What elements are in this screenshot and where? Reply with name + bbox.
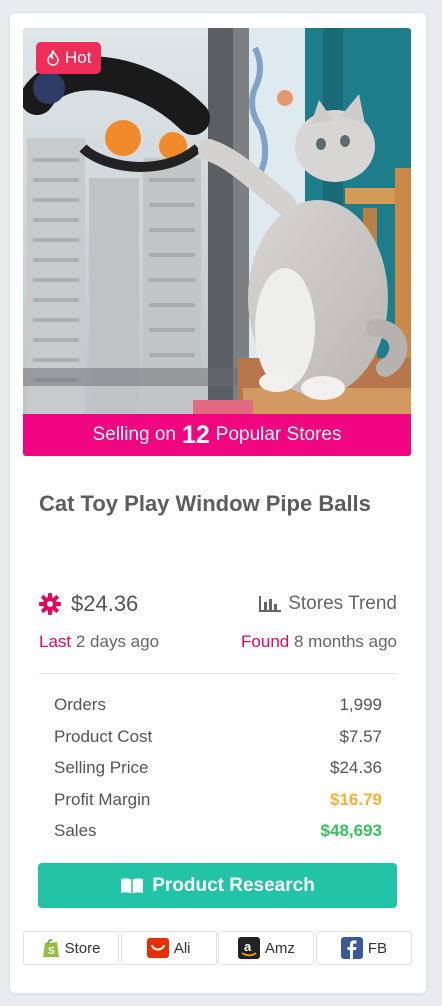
last-seen: Last 2 days ago xyxy=(39,632,159,652)
facebook-link[interactable]: FB xyxy=(315,931,412,965)
stat-value: $24.36 xyxy=(330,758,382,778)
cat-window-photo xyxy=(23,28,411,456)
stat-row-profit-margin: Profit Margin $16.79 xyxy=(54,790,382,822)
stat-value: $7.57 xyxy=(339,726,382,746)
amazon-link-label: Amz xyxy=(264,939,295,957)
stat-row-product-cost: Product Cost $7.57 xyxy=(54,727,382,759)
product-research-button[interactable]: Product Research xyxy=(38,863,397,908)
svg-text:S: S xyxy=(48,946,55,957)
stat-label: Selling Price xyxy=(54,758,149,778)
ali-link-label: Ali xyxy=(173,939,191,957)
price: $24.36 xyxy=(39,591,138,617)
stat-row-sales: Sales $48,693 xyxy=(54,821,382,853)
facebook-icon xyxy=(340,937,363,959)
stat-label: Orders xyxy=(54,695,106,714)
product-title[interactable]: Cat Toy Play Window Pipe Balls xyxy=(39,491,399,517)
product-card: Hot Selling on 12 Popular Stores Cat Toy… xyxy=(9,12,427,994)
shopify-icon: S xyxy=(42,939,59,957)
facebook-link-label: FB xyxy=(367,939,388,957)
fire-icon xyxy=(47,50,59,66)
stat-value: $16.79 xyxy=(330,789,382,809)
last-value: 2 days ago xyxy=(75,632,160,651)
hot-badge: Hot xyxy=(36,42,102,74)
amazon-icon: a xyxy=(237,937,260,959)
aliexpress-icon xyxy=(146,938,169,958)
stat-label: Profit Margin xyxy=(54,789,151,809)
stores-trend-link[interactable]: Stores Trend xyxy=(258,593,397,615)
store-count: 12 xyxy=(181,420,210,449)
store-links: S Store Ali a Amz FB xyxy=(23,931,412,965)
bar-chart-icon xyxy=(259,596,282,612)
price-row: $24.36 Stores Trend xyxy=(39,589,397,619)
store-link-label: Store xyxy=(64,939,101,957)
product-image[interactable]: Hot Selling on 12 Popular Stores xyxy=(23,28,411,456)
stats-list: Orders 1,999 Product Cost $7.57 Selling … xyxy=(54,695,382,853)
divider xyxy=(39,673,397,674)
dates-row: Last 2 days ago Found 8 months ago xyxy=(39,632,397,652)
found-value: 8 months ago xyxy=(293,632,397,651)
stat-value: $48,693 xyxy=(320,821,382,841)
store-link[interactable]: S Store xyxy=(23,931,119,965)
price-value: $24.36 xyxy=(71,591,139,616)
selling-suffix: Popular Stores xyxy=(215,424,342,445)
svg-text:a: a xyxy=(244,939,252,954)
selling-stores-banner: Selling on 12 Popular Stores xyxy=(23,414,411,456)
stores-trend-label: Stores Trend xyxy=(288,593,397,614)
selling-prefix: Selling on xyxy=(92,424,176,445)
found-date: Found 8 months ago xyxy=(241,632,397,652)
stat-label: Product Cost xyxy=(54,726,153,746)
book-open-icon xyxy=(121,877,144,894)
stat-value: 1,999 xyxy=(339,695,382,714)
amazon-link[interactable]: a Amz xyxy=(218,931,315,965)
stat-row-selling-price: Selling Price $24.36 xyxy=(54,758,382,790)
hot-badge-label: Hot xyxy=(65,48,92,67)
found-label: Found xyxy=(241,632,290,651)
gear-icon xyxy=(39,593,61,615)
stat-row-orders: Orders 1,999 xyxy=(54,695,382,727)
stat-label: Sales xyxy=(54,821,97,841)
ali-link[interactable]: Ali xyxy=(120,931,217,965)
product-research-label: Product Research xyxy=(152,874,315,896)
last-label: Last xyxy=(39,632,72,651)
